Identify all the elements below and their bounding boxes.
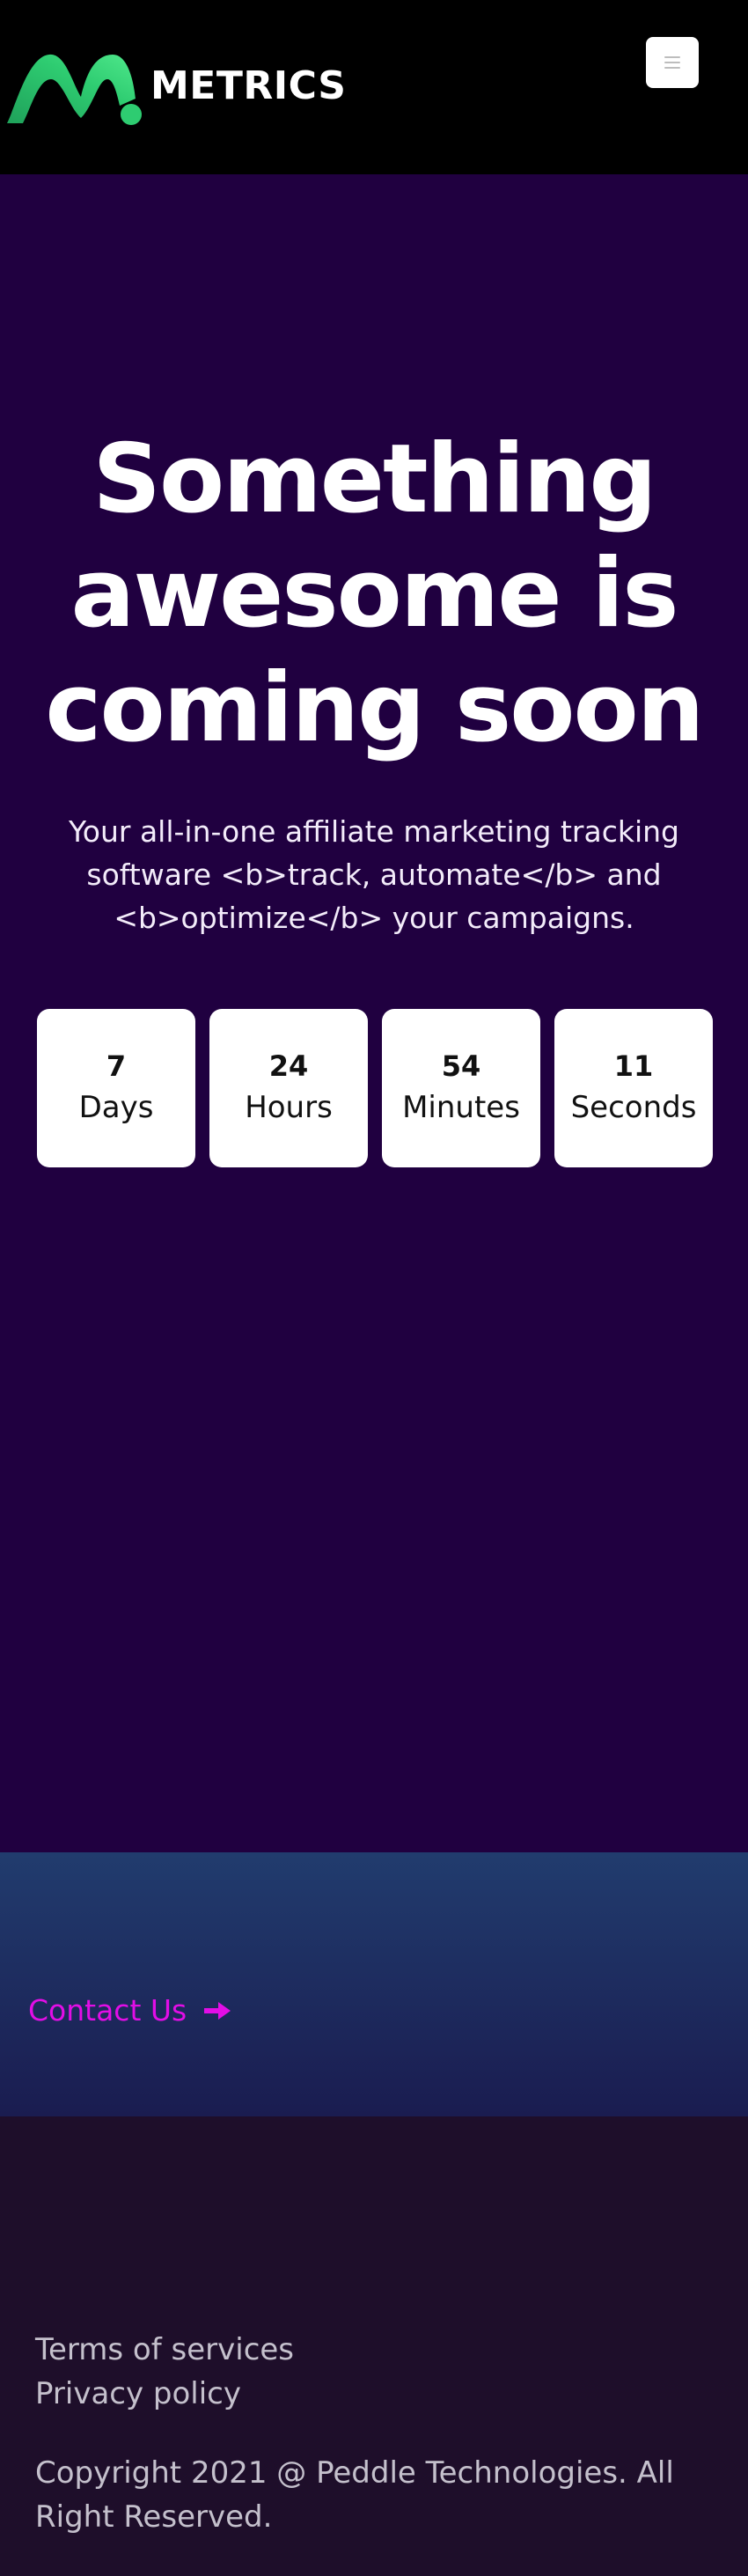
- privacy-policy-link[interactable]: Privacy policy: [35, 2372, 241, 2416]
- countdown-label: Minutes: [402, 1090, 520, 1125]
- arrow-right-icon: [204, 2002, 231, 2020]
- countdown-value: 54: [441, 1049, 481, 1083]
- contact-us-link[interactable]: Contact Us: [28, 1991, 231, 2030]
- countdown-label: Hours: [245, 1090, 333, 1125]
- countdown-label: Seconds: [570, 1090, 697, 1125]
- countdown-label: Days: [78, 1090, 154, 1125]
- hamburger-icon: [664, 56, 680, 69]
- countdown-seconds: 11 Seconds: [554, 1009, 713, 1167]
- menu-button[interactable]: [646, 37, 699, 88]
- page: METRICS Something awesome is coming soon…: [0, 0, 748, 2576]
- countdown-value: 24: [268, 1049, 309, 1083]
- hero-subtitle: Your all-in-one affiliate marketing trac…: [69, 814, 679, 935]
- logo[interactable]: METRICS: [4, 48, 346, 129]
- countdown-value: 7: [106, 1049, 127, 1083]
- countdown-days: 7 Days: [37, 1009, 195, 1167]
- metrics-logo-icon: [7, 54, 142, 125]
- countdown-timer: 7 Days 24 Hours 54 Minutes 11 Seconds: [37, 1009, 713, 1167]
- logo-text: METRICS: [150, 63, 347, 108]
- hero-title: Something awesome is coming soon: [45, 424, 704, 763]
- site-header: METRICS: [0, 0, 748, 174]
- copyright-text: Copyright 2021 @ Peddle Technologies. Al…: [35, 2455, 674, 2535]
- countdown-minutes: 54 Minutes: [382, 1009, 540, 1167]
- contact-us-label: Contact Us: [28, 1993, 187, 2028]
- countdown-hours: 24 Hours: [209, 1009, 368, 1167]
- countdown-value: 11: [613, 1049, 654, 1083]
- contact-section: [0, 1852, 748, 2116]
- terms-of-services-link[interactable]: Terms of services: [35, 2328, 294, 2372]
